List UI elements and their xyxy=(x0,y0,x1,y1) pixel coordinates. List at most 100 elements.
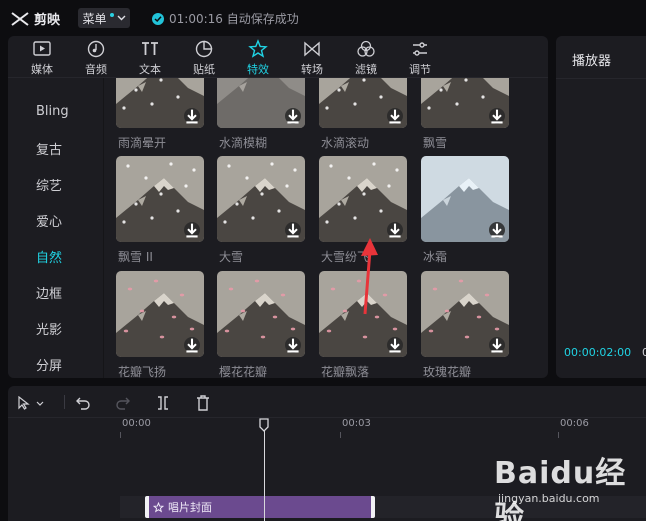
tab-effects-label: 特效 xyxy=(247,63,269,76)
category-retro[interactable]: 复古 xyxy=(36,139,62,158)
ruler-tick xyxy=(558,432,559,438)
tab-transition-label: 转场 xyxy=(301,63,323,76)
download-icon[interactable] xyxy=(387,337,403,353)
effect-thumbnail[interactable] xyxy=(116,78,204,128)
autosave-status: 01:00:16 自动保存成功 xyxy=(152,10,299,27)
player-panel: 播放器 00:00:02:00 0 xyxy=(556,36,646,378)
time-ruler[interactable]: 00:00 00:03 00:06 xyxy=(8,418,646,438)
redo-icon xyxy=(116,397,130,410)
sticker-icon xyxy=(195,40,213,58)
effect-label: 飘雪 II xyxy=(118,250,153,264)
tab-media[interactable]: 媒体 xyxy=(16,39,68,77)
effect-thumbnail[interactable] xyxy=(116,156,204,242)
effect-label: 玫瑰花瓣 xyxy=(423,365,472,378)
ruler-tick xyxy=(120,432,121,438)
text-icon xyxy=(142,42,158,55)
category-variety[interactable]: 综艺 xyxy=(36,175,62,194)
effects-icon xyxy=(248,39,268,58)
effect-label: 水滴模糊 xyxy=(219,136,268,150)
tab-audio-label: 音频 xyxy=(85,63,107,76)
undo-button[interactable] xyxy=(74,394,92,412)
watermark-url: jingyan.baidu.com xyxy=(498,492,600,505)
effect-thumbnail[interactable] xyxy=(421,156,509,242)
effect-label: 冰霜 xyxy=(423,250,448,264)
download-icon[interactable] xyxy=(184,337,200,353)
menu-label: 菜单 xyxy=(82,11,107,26)
filter-icon xyxy=(357,40,375,57)
transition-icon xyxy=(304,41,320,57)
effect-star-icon xyxy=(153,501,164,513)
app-logo: 剪映 xyxy=(10,9,60,28)
split-icon xyxy=(158,396,168,410)
category-love[interactable]: 爱心 xyxy=(36,211,62,230)
resource-tabs: 媒体 音频 文本 贴纸 特效 转场 滤镜 调节 xyxy=(8,36,548,78)
redo-button[interactable] xyxy=(114,394,132,412)
download-icon[interactable] xyxy=(285,108,301,124)
tick-label: 00:06 xyxy=(560,418,589,429)
tab-adjust[interactable]: 调节 xyxy=(394,39,446,77)
effect-label: 花瓣飘落 xyxy=(321,365,370,378)
player-divider xyxy=(556,78,646,79)
download-icon[interactable] xyxy=(285,337,301,353)
split-button[interactable] xyxy=(154,394,172,412)
effect-label: 花瓣飞扬 xyxy=(118,365,167,378)
effect-thumbnail[interactable] xyxy=(319,156,407,242)
effect-label: 飘雪 xyxy=(423,136,448,150)
effect-category-list: Bling 复古 综艺 爱心 自然 边框 光影 分屏 xyxy=(8,78,104,378)
capcut-logo-icon xyxy=(11,11,29,26)
select-tool-button[interactable] xyxy=(16,394,46,412)
download-icon[interactable] xyxy=(387,108,403,124)
effect-thumbnail[interactable] xyxy=(319,78,407,128)
autosave-text: 01:00:16 自动保存成功 xyxy=(169,12,299,26)
tab-filter-label: 滤镜 xyxy=(355,63,377,76)
effect-thumbnail[interactable] xyxy=(421,271,509,357)
tab-audio[interactable]: 音频 xyxy=(70,39,122,77)
effect-thumbnail[interactable] xyxy=(421,78,509,128)
category-light[interactable]: 光影 xyxy=(36,319,62,338)
resource-panel: 媒体 音频 文本 贴纸 特效 转场 滤镜 调节 Bling 复古 综艺 爱心 自… xyxy=(8,36,548,378)
playhead-line[interactable] xyxy=(264,430,265,521)
download-icon[interactable] xyxy=(387,222,403,238)
adjust-icon xyxy=(413,42,427,56)
download-icon[interactable] xyxy=(489,108,505,124)
player-current-time: 00:00:02:00 xyxy=(564,346,632,359)
menu-button[interactable]: 菜单 xyxy=(78,8,130,28)
player-title: 播放器 xyxy=(572,54,612,69)
effect-label: 樱花花瓣 xyxy=(219,365,268,378)
tab-filter[interactable]: 滤镜 xyxy=(340,39,392,77)
tab-text[interactable]: 文本 xyxy=(124,39,176,77)
effect-thumbnail[interactable] xyxy=(217,271,305,357)
media-icon xyxy=(33,41,51,56)
category-border[interactable]: 边框 xyxy=(36,283,62,302)
download-icon[interactable] xyxy=(184,108,200,124)
download-icon[interactable] xyxy=(184,222,200,238)
effect-grid: 雨滴晕开 水滴模糊 水滴滚动 飘雪 飘雪 II 大雪 大雪纷飞 冰霜 花瓣飞扬 樱花花瓣 花瓣飘落玫… xyxy=(105,78,548,378)
title-bar: 剪映 菜单 01:00:16 自动保存成功 xyxy=(0,0,646,36)
player-total-time: 0 xyxy=(642,346,646,359)
category-nature[interactable]: 自然 xyxy=(36,247,62,266)
tick-label: 00:03 xyxy=(342,418,371,429)
notification-dot xyxy=(109,13,114,17)
category-split-screen[interactable]: 分屏 xyxy=(36,355,62,374)
tab-sticker[interactable]: 贴纸 xyxy=(178,39,230,77)
effect-thumbnail[interactable] xyxy=(116,271,204,357)
tab-adjust-label: 调节 xyxy=(409,63,431,76)
category-bling[interactable]: Bling xyxy=(36,104,69,119)
clip-label: 唱片封面 xyxy=(168,501,212,514)
toolbar-divider xyxy=(64,395,65,409)
download-icon[interactable] xyxy=(285,222,301,238)
tab-text-label: 文本 xyxy=(139,63,161,76)
download-icon[interactable] xyxy=(489,337,505,353)
download-icon[interactable] xyxy=(489,222,505,238)
ruler-tick xyxy=(340,432,341,438)
effect-clip[interactable]: 唱片封面 xyxy=(145,496,375,518)
baidu-jingyan-watermark: Baidu经验 jingyan.baidu.com xyxy=(494,448,644,521)
tick-label: 00:00 xyxy=(122,418,151,429)
effect-thumbnail[interactable] xyxy=(217,156,305,242)
app-name: 剪映 xyxy=(34,13,61,28)
tab-transition[interactable]: 转场 xyxy=(286,39,338,77)
timeline-toolbar xyxy=(8,386,646,418)
effect-thumbnail[interactable] xyxy=(217,78,305,128)
delete-button[interactable] xyxy=(194,394,212,412)
tab-effects[interactable]: 特效 xyxy=(232,39,284,77)
